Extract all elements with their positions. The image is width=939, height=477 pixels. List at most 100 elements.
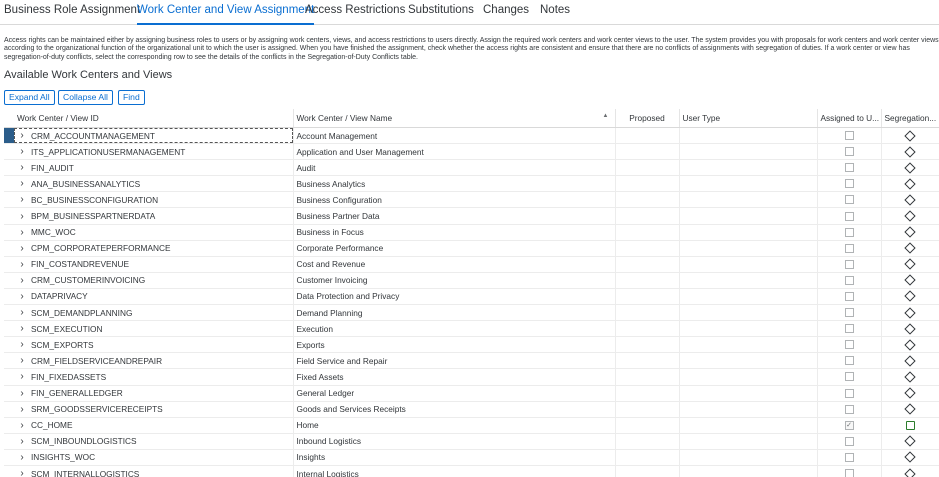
chevron-right-icon[interactable]: › [16, 355, 28, 366]
sod-diamond-icon[interactable] [904, 274, 916, 287]
collapse-all-button[interactable]: Collapse All [58, 90, 113, 105]
chevron-right-icon[interactable]: › [16, 146, 28, 157]
sod-diamond-icon[interactable] [904, 323, 916, 335]
row-selector[interactable] [4, 191, 14, 209]
chevron-right-icon[interactable]: › [16, 243, 28, 254]
table-row[interactable]: › ITS_APPLICATIONUSERMANAGEMENT Applicatio… [4, 143, 939, 161]
chevron-right-icon[interactable]: › [16, 194, 28, 205]
row-selector[interactable] [4, 143, 14, 161]
tab-access-restrictions[interactable]: Access Restrictions [305, 4, 405, 16]
sod-diamond-icon[interactable] [904, 403, 916, 415]
chevron-right-icon[interactable]: › [16, 211, 28, 222]
sod-diamond-icon[interactable] [904, 162, 916, 174]
chevron-right-icon[interactable]: › [16, 291, 28, 302]
assigned-checkbox[interactable]: ✓ [844, 420, 854, 430]
column-header-segregation[interactable]: Segregation... [881, 109, 939, 128]
chevron-right-icon[interactable]: › [16, 275, 28, 286]
column-header-assigned[interactable]: Assigned to U... [817, 109, 882, 128]
chevron-right-icon[interactable]: › [16, 371, 28, 382]
assigned-checkbox[interactable] [844, 469, 854, 477]
assigned-checkbox[interactable] [844, 243, 854, 253]
sod-diamond-icon[interactable] [904, 435, 916, 447]
chevron-right-icon[interactable]: › [16, 339, 28, 350]
row-selector[interactable] [4, 127, 14, 145]
table-row[interactable]: › INSIGHTS_WOC Insights [4, 449, 939, 466]
sod-diamond-icon[interactable] [904, 467, 916, 477]
table-row[interactable]: › FIN_FIXEDASSETS Fixed Assets [4, 368, 939, 386]
sod-diamond-icon[interactable] [904, 339, 916, 351]
assigned-checkbox[interactable] [844, 356, 854, 366]
sort-ascending-icon[interactable]: ▲ [603, 113, 609, 119]
sod-diamond-icon[interactable] [904, 226, 916, 238]
assigned-checkbox[interactable] [844, 324, 854, 334]
chevron-right-icon[interactable]: › [16, 420, 28, 431]
chevron-right-icon[interactable]: › [16, 436, 28, 447]
row-selector[interactable] [4, 272, 14, 289]
assigned-checkbox[interactable] [844, 131, 854, 141]
row-selector[interactable] [4, 433, 14, 450]
assigned-checkbox[interactable] [844, 275, 854, 285]
chevron-right-icon[interactable]: › [16, 307, 28, 318]
row-selector[interactable] [4, 352, 14, 370]
table-row[interactable]: › SCM_DEMANDPLANNING Demand Planning [4, 304, 939, 322]
sod-diamond-icon[interactable] [904, 306, 916, 319]
tab-notes[interactable]: Notes [540, 4, 570, 16]
sod-diamond-icon[interactable] [904, 194, 916, 206]
row-selector[interactable] [4, 256, 14, 273]
row-selector[interactable] [4, 401, 14, 418]
chevron-right-icon[interactable]: › [16, 130, 28, 141]
row-selector[interactable] [4, 207, 14, 225]
table-row[interactable]: › SCM_EXECUTION Execution [4, 320, 939, 338]
table-row[interactable]: › BC_BUSINESSCONFIGURATION Business Config… [4, 191, 939, 209]
sod-diamond-icon[interactable] [904, 258, 916, 270]
assigned-checkbox[interactable] [844, 211, 854, 221]
row-selector[interactable] [4, 368, 14, 386]
tab-work-center-and-view-assignment[interactable]: Work Center and View Assignment [137, 4, 315, 25]
sod-diamond-icon[interactable] [904, 451, 916, 464]
chevron-right-icon[interactable]: › [16, 388, 28, 399]
table-row[interactable]: › SRM_GOODSSERVICERECEIPTS Goods and Servi… [4, 401, 939, 418]
row-selector[interactable] [4, 288, 14, 306]
table-row[interactable]: › SCM_INTERNALLOGISTICS Internal Logistics [4, 465, 939, 477]
table-row[interactable]: › FIN_AUDIT Audit [4, 159, 939, 177]
sod-diamond-icon[interactable] [904, 371, 916, 383]
column-header-user-type[interactable]: User Type [679, 109, 818, 128]
sod-diamond-icon[interactable] [904, 242, 916, 254]
assigned-checkbox[interactable] [844, 227, 854, 237]
row-selector[interactable] [4, 417, 14, 434]
tab-changes[interactable]: Changes [483, 4, 529, 16]
sod-diamond-icon[interactable] [904, 129, 916, 142]
row-selector[interactable] [4, 240, 14, 257]
row-selector[interactable] [4, 320, 14, 338]
assigned-checkbox[interactable] [844, 291, 854, 301]
assigned-checkbox[interactable] [844, 179, 854, 189]
assigned-checkbox[interactable] [844, 404, 854, 414]
chevron-right-icon[interactable]: › [16, 452, 28, 463]
row-selector[interactable] [4, 175, 14, 193]
sod-diamond-icon[interactable] [904, 145, 916, 158]
table-row[interactable]: › BPM_BUSINESSPARTNERDATA Business Partner… [4, 207, 939, 225]
assigned-checkbox[interactable] [844, 308, 854, 318]
row-selector[interactable] [4, 304, 14, 322]
assigned-checkbox[interactable] [844, 147, 854, 157]
table-row[interactable]: › FIN_GENERALLEDGER General Ledger [4, 385, 939, 402]
tab-business-role-assignment[interactable]: Business Role Assignment [4, 4, 140, 16]
sod-diamond-icon[interactable] [904, 210, 916, 222]
assigned-checkbox[interactable] [844, 388, 854, 398]
select-all-header[interactable] [4, 109, 14, 128]
row-selector[interactable] [4, 465, 14, 477]
chevron-right-icon[interactable]: › [16, 259, 28, 270]
chevron-right-icon[interactable]: › [16, 468, 28, 477]
table-row[interactable]: › CPM_CORPORATEPERFORMANCE Corporate Perfo… [4, 240, 939, 257]
row-selector[interactable] [4, 336, 14, 354]
sod-diamond-icon[interactable] [904, 387, 916, 399]
assigned-checkbox[interactable] [844, 436, 854, 446]
chevron-right-icon[interactable]: › [16, 227, 28, 238]
table-row[interactable]: › DATAPRIVACY Data Protection and Privacy [4, 288, 939, 306]
chevron-right-icon[interactable]: › [16, 404, 28, 415]
table-row[interactable]: › CRM_ACCOUNTMANAGEMENT Account Management [4, 127, 939, 145]
expand-all-button[interactable]: Expand All [4, 90, 55, 105]
table-row[interactable]: › SCM_EXPORTS Exports [4, 336, 939, 354]
assigned-checkbox[interactable] [844, 259, 854, 269]
row-selector[interactable] [4, 449, 14, 466]
